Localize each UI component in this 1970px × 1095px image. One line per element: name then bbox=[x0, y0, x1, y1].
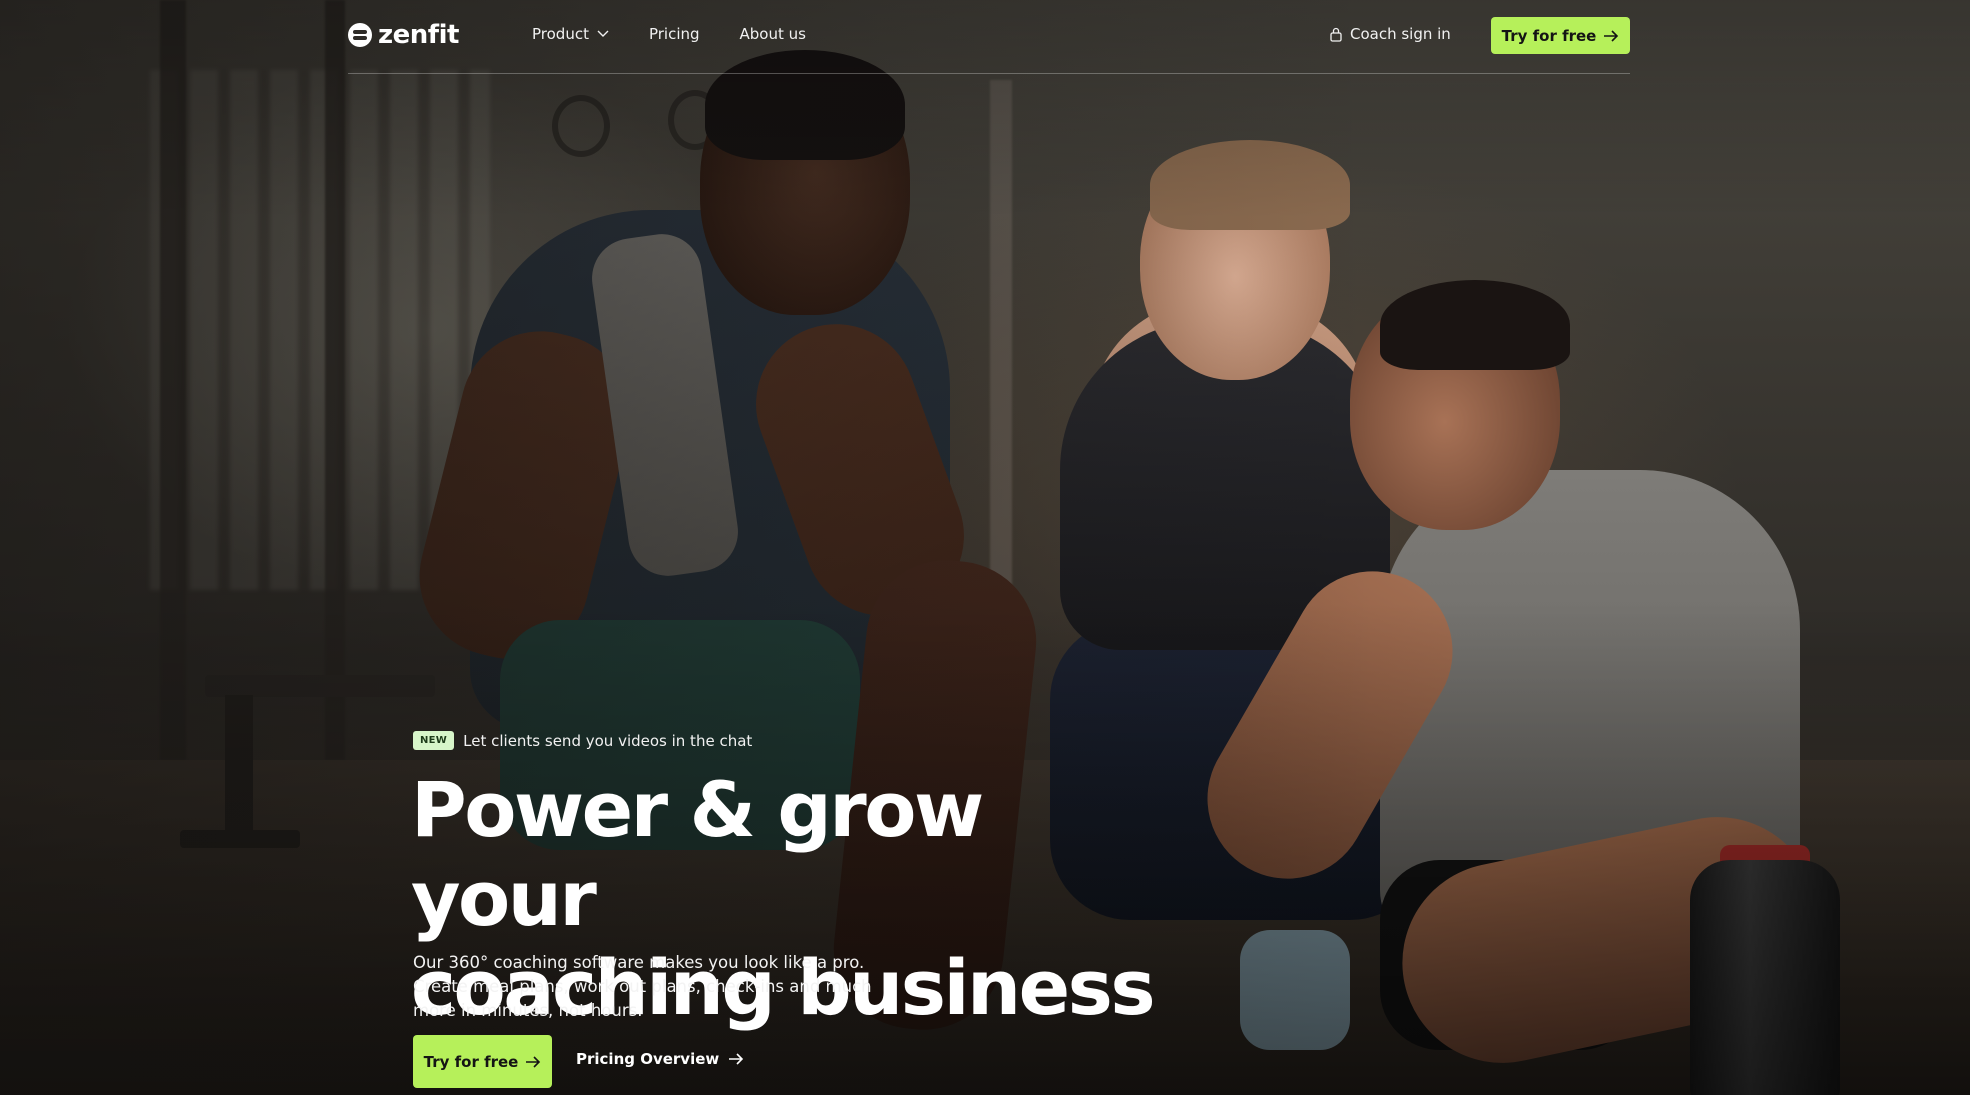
nav-pricing[interactable]: Pricing bbox=[649, 25, 700, 43]
chevron-down-icon bbox=[597, 30, 609, 37]
announcement-text: Let clients send you videos in the chat bbox=[463, 731, 753, 750]
hero-section: zenfit Product Pricing About us Coach si… bbox=[0, 0, 1970, 1095]
announcement[interactable]: NEW Let clients send you videos in the c… bbox=[413, 731, 752, 750]
zenfit-logo-icon bbox=[348, 23, 372, 47]
nav-links: Product Pricing About us bbox=[532, 25, 806, 43]
coach-signin-link[interactable]: Coach sign in bbox=[1330, 25, 1451, 43]
hero-subcopy: Our 360° coaching software makes you loo… bbox=[413, 953, 872, 1020]
pricing-overview-label: Pricing Overview bbox=[576, 1050, 720, 1068]
new-badge: NEW bbox=[413, 731, 455, 750]
nav-try-free-button[interactable]: Try for free bbox=[1491, 17, 1630, 54]
logo[interactable]: zenfit bbox=[348, 18, 459, 52]
headline-line-1: Power & grow your bbox=[411, 765, 984, 943]
hero-try-free-button[interactable]: Try for free bbox=[413, 1035, 552, 1088]
arrow-right-icon bbox=[729, 1053, 744, 1065]
nav-try-free-label: Try for free bbox=[1501, 26, 1597, 45]
arrow-right-icon bbox=[526, 1055, 541, 1068]
logo-text: zenfit bbox=[378, 20, 459, 50]
lock-icon bbox=[1330, 27, 1342, 42]
nav-product-label: Product bbox=[532, 25, 589, 43]
coach-signin-label: Coach sign in bbox=[1350, 25, 1451, 43]
nav-product[interactable]: Product bbox=[532, 25, 609, 43]
nav-pricing-label: Pricing bbox=[648, 25, 700, 43]
pricing-overview-link[interactable]: Pricing Overview bbox=[576, 1050, 744, 1068]
hero-try-free-label: Try for free bbox=[423, 1052, 519, 1071]
arrow-right-icon bbox=[1604, 29, 1619, 42]
top-nav: zenfit Product Pricing About us Coach si… bbox=[348, 0, 1630, 74]
nav-about-label: About us bbox=[739, 25, 806, 43]
nav-about[interactable]: About us bbox=[740, 25, 806, 43]
